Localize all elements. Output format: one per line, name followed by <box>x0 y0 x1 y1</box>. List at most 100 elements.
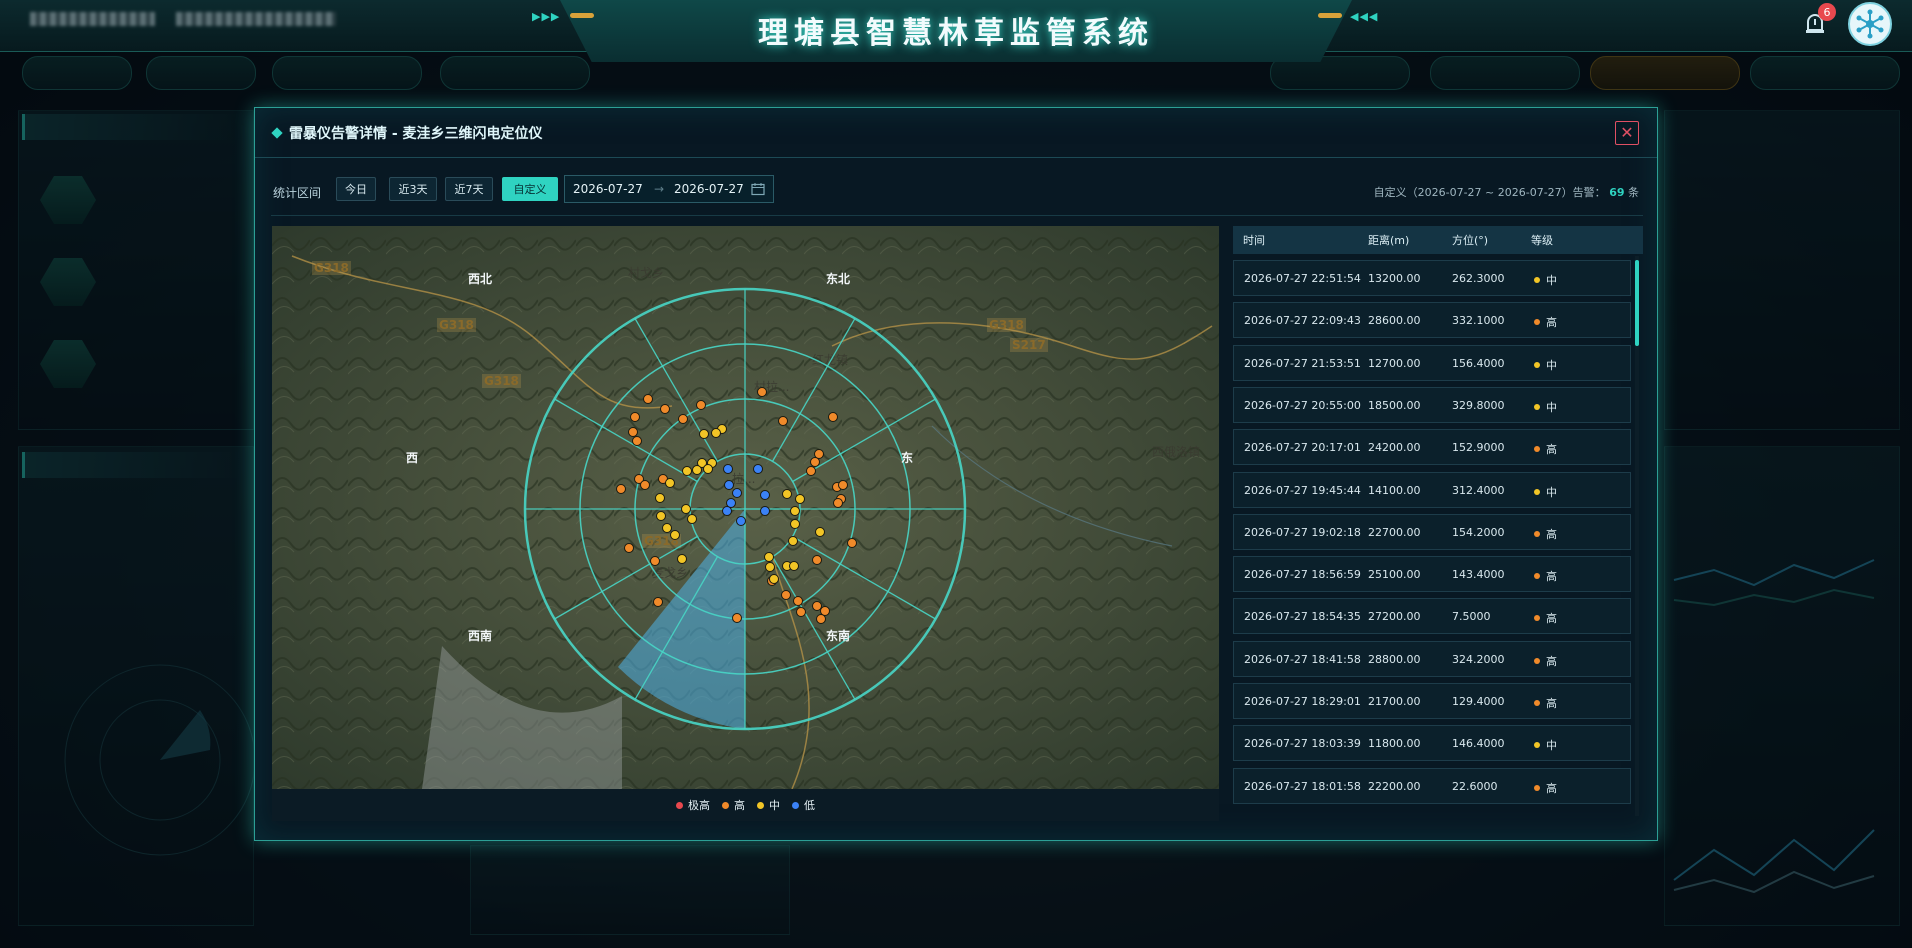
last-7-days-button[interactable]: 近7天 <box>445 177 493 201</box>
strike-point[interactable] <box>760 490 770 500</box>
strike-point[interactable] <box>790 506 800 516</box>
table-row[interactable]: 2026-07-27 22:51:54 13200.00 262.3000 中 <box>1233 260 1631 296</box>
strike-point[interactable] <box>616 484 626 494</box>
cell-bearing: 7.5000 <box>1452 610 1491 624</box>
strike-point[interactable] <box>815 527 825 537</box>
strike-point[interactable] <box>778 416 788 426</box>
end-date-field[interactable]: 2026-07-27 <box>674 182 744 196</box>
strike-point[interactable] <box>833 498 843 508</box>
strike-point[interactable] <box>723 464 733 474</box>
strike-point[interactable] <box>660 404 670 414</box>
table-row[interactable]: 2026-07-27 20:17:01 24200.00 152.9000 高 <box>1233 429 1631 466</box>
strike-point[interactable] <box>703 464 713 474</box>
strike-point[interactable] <box>699 429 709 439</box>
strike-point[interactable] <box>655 493 665 503</box>
legend-item-extreme[interactable]: 极高 <box>676 797 710 813</box>
strike-point[interactable] <box>753 464 763 474</box>
table-row[interactable]: 2026-07-27 18:54:35 27200.00 7.5000 高 <box>1233 598 1631 635</box>
direction-label-sw: 西南 <box>468 628 492 643</box>
strike-point[interactable] <box>724 480 734 490</box>
close-icon[interactable]: ✕ <box>1615 121 1639 145</box>
strike-point[interactable] <box>828 412 838 422</box>
strike-point[interactable] <box>681 504 691 514</box>
strike-point[interactable] <box>687 514 697 524</box>
strike-point[interactable] <box>796 607 806 617</box>
column-level[interactable]: 等级 <box>1531 232 1553 248</box>
calendar-icon[interactable] <box>751 182 765 199</box>
strike-point[interactable] <box>732 613 742 623</box>
scrollbar-thumb[interactable] <box>1635 260 1639 346</box>
strike-point[interactable] <box>736 516 746 526</box>
table-row[interactable]: 2026-07-27 21:53:51 12700.00 156.4000 中 <box>1233 344 1631 381</box>
strike-point[interactable] <box>790 519 800 529</box>
strike-point[interactable] <box>757 387 767 397</box>
strike-point[interactable] <box>788 536 798 546</box>
lightning-map[interactable]: G318 G318 G318 G318 G318 S217 村戈乡 红龙镇 村拉... 西俄洛镇拉… <box>272 226 1219 789</box>
strike-point[interactable] <box>656 511 666 521</box>
strike-point[interactable] <box>643 394 653 404</box>
table-row[interactable]: 2026-07-27 19:02:18 22700.00 154.2000 高 <box>1233 513 1631 550</box>
legend-dot <box>676 801 683 809</box>
alert-count: 69 <box>1609 186 1625 199</box>
strike-point[interactable] <box>795 494 805 504</box>
strike-point[interactable] <box>722 506 732 516</box>
table-row[interactable]: 2026-07-27 18:01:58 22200.00 22.6000 高 <box>1233 767 1631 804</box>
legend-item-medium[interactable]: 中 <box>757 797 780 813</box>
strike-point[interactable] <box>696 400 706 410</box>
start-date-field[interactable]: 2026-07-27 <box>573 182 643 196</box>
strike-point[interactable] <box>653 597 663 607</box>
column-time[interactable]: 时间 <box>1243 232 1265 248</box>
table-row[interactable]: 2026-07-27 18:29:01 21700.00 129.4000 高 <box>1233 683 1631 719</box>
strike-point[interactable] <box>624 543 634 553</box>
table-row[interactable]: 2026-07-27 18:03:39 11800.00 146.4000 中 <box>1233 725 1631 762</box>
strike-point[interactable] <box>682 466 692 476</box>
cell-level: 高 <box>1534 568 1557 584</box>
strike-point[interactable] <box>692 465 702 475</box>
date-range-picker[interactable]: 2026-07-27 → 2026-07-27 <box>564 175 774 203</box>
strike-point[interactable] <box>760 506 770 516</box>
legend-item-low[interactable]: 低 <box>792 797 815 813</box>
strike-point[interactable] <box>781 590 791 600</box>
legend-item-high[interactable]: 高 <box>722 797 745 813</box>
strike-point[interactable] <box>838 480 848 490</box>
custom-range-button[interactable]: 自定义 <box>502 177 558 201</box>
today-button[interactable]: 今日 <box>336 177 376 201</box>
cell-time: 2026-07-27 22:09:43 <box>1244 314 1361 328</box>
strike-point[interactable] <box>847 538 857 548</box>
strike-point[interactable] <box>806 466 816 476</box>
column-bearing[interactable]: 方位(°) <box>1452 232 1488 248</box>
strike-point[interactable] <box>650 556 660 566</box>
strike-point[interactable] <box>670 530 680 540</box>
table-row[interactable]: 2026-07-27 19:45:44 14100.00 312.4000 中 <box>1233 471 1631 508</box>
column-distance[interactable]: 距离(m) <box>1368 232 1409 248</box>
strike-point[interactable] <box>662 523 672 533</box>
strike-point[interactable] <box>812 555 822 565</box>
strike-point[interactable] <box>782 489 792 499</box>
strike-point[interactable] <box>677 554 687 564</box>
strike-point[interactable] <box>711 428 721 438</box>
table-row[interactable]: 2026-07-27 20:55:00 18500.00 329.8000 中 <box>1233 386 1631 423</box>
strike-point[interactable] <box>789 561 799 571</box>
strike-point[interactable] <box>678 414 688 424</box>
strike-point[interactable] <box>632 436 642 446</box>
table-row[interactable]: 2026-07-27 22:09:43 28600.00 332.1000 高 <box>1233 302 1631 339</box>
level-label: 中 <box>1546 485 1557 499</box>
strike-point[interactable] <box>816 614 826 624</box>
strike-point[interactable] <box>630 412 640 422</box>
bearing-spoke <box>771 318 856 462</box>
strike-point[interactable] <box>793 596 803 606</box>
strike-point[interactable] <box>732 488 742 498</box>
user-avatar-icon[interactable] <box>1848 2 1892 46</box>
last-3-days-button[interactable]: 近3天 <box>389 177 437 201</box>
strike-point[interactable] <box>665 478 675 488</box>
strike-point[interactable] <box>812 601 822 611</box>
table-row[interactable]: 2026-07-27 18:56:59 25100.00 143.4000 高 <box>1233 556 1631 593</box>
strike-point[interactable] <box>764 552 774 562</box>
strike-point[interactable] <box>640 480 650 490</box>
strike-point[interactable] <box>769 574 779 584</box>
strike-point[interactable] <box>765 562 775 572</box>
table-row[interactable]: 2026-07-27 18:41:58 28800.00 324.2000 高 <box>1233 640 1631 677</box>
legend-label: 低 <box>804 799 815 812</box>
strike-point[interactable] <box>628 427 638 437</box>
strike-point[interactable] <box>810 457 820 467</box>
